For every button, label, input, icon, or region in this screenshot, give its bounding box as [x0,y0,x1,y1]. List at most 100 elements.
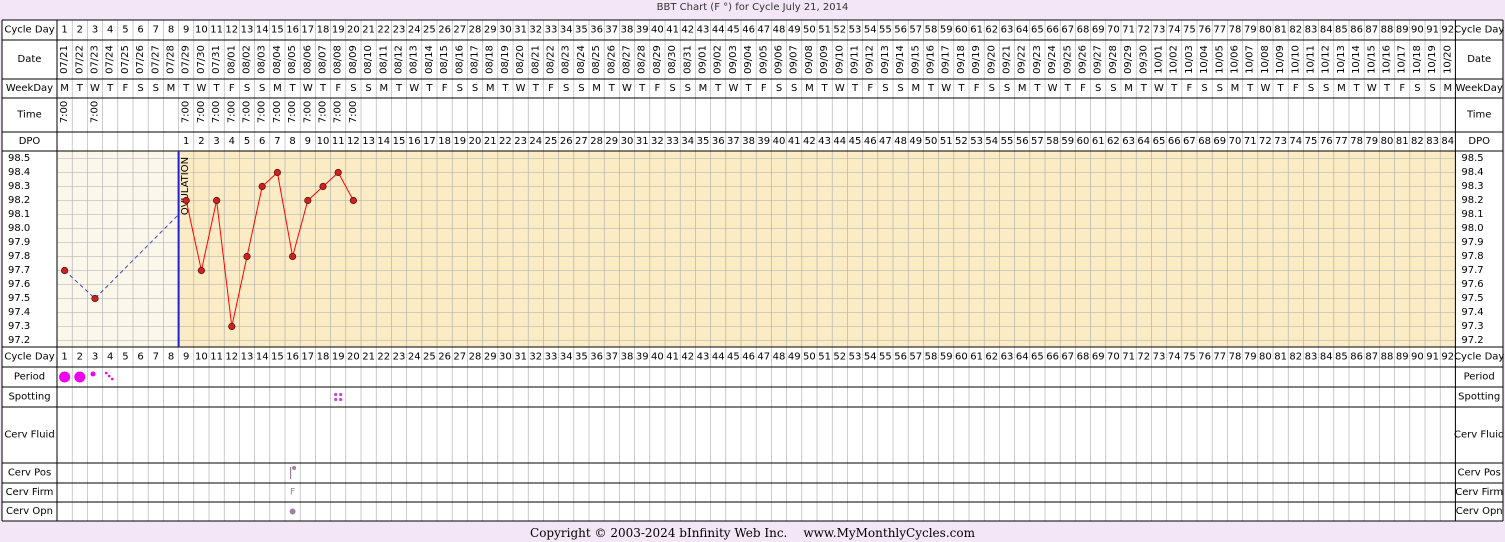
cycle-day-number-bottom: 82 [1289,352,1302,363]
cycle-day-number-bottom: 37 [605,352,618,363]
dpo-cell: 81 [1396,136,1409,147]
spotting-label-left: Spotting [8,392,50,403]
temperature-point [228,322,236,331]
temperature-point [334,168,342,177]
dpo-cell: 40 [773,136,786,147]
dpo-cell: 47 [879,136,892,147]
cycle-day-number-bottom: 52 [833,352,846,363]
date-cell: 09/06 [774,45,785,74]
cycle-day-bottom-label-right: Cycle Day [1454,352,1504,363]
copyright-text: Copyright © 2003-2024 bInfinity Web Inc. [530,526,788,540]
dpo-cell: 13 [362,136,375,147]
date-cell: 07/21 [59,45,70,74]
weekday-cell: S [457,83,463,94]
dpo-cell: 61 [1092,136,1105,147]
weekday-cell: S [1429,83,1435,94]
dpo-cell: 50 [925,136,938,147]
weekday-cell: W [1154,83,1164,94]
spotting-dot [334,397,338,402]
date-cell: 09/24 [1047,45,1058,74]
cycle-day-number-bottom: 84 [1320,352,1333,363]
temp-tick-left: 97.5 [8,293,30,304]
date-cell: 09/02 [713,45,724,74]
date-cell: 09/10 [834,45,845,74]
cycle-day-number: 80 [1259,25,1272,36]
cycle-day-number: 4 [107,25,113,36]
weekday-cell: T [213,83,221,94]
dpo-cell: 14 [377,136,390,147]
cycle-day-number: 61 [970,25,983,36]
cycle-day-number-bottom: 90 [1411,352,1424,363]
cycle-day-number-bottom: 45 [727,352,740,363]
temp-tick-right: 97.2 [1461,335,1483,346]
dpo-cell: 55 [1001,136,1014,147]
cycle-day-number: 56 [894,25,907,36]
weekday-cell: T [638,83,646,94]
weekday-cell: S [669,83,675,94]
dpo-cell: 75 [1305,136,1318,147]
date-cell: 08/05 [287,45,298,74]
weekday-cell: S [350,83,356,94]
dpo-cell: 72 [1259,136,1272,147]
temp-tick-right: 97.6 [1461,279,1483,290]
spotting-label-right: Spotting [1458,392,1500,403]
weekday-cell: M [1231,83,1240,94]
cycle-day-number: 76 [1198,25,1211,36]
dpo-cell: 8 [289,136,295,147]
cycle-day-number: 48 [773,25,786,36]
cycle-day-number-bottom: 27 [453,352,466,363]
date-cell: 08/10 [363,45,374,74]
weekday-cell: S [563,83,569,94]
time-cell: 7:00 [242,101,253,123]
dpo-cell: 51 [940,136,953,147]
dpo-cell: 64 [1137,136,1150,147]
dpo-cell: 43 [818,136,831,147]
cycle-day-number-bottom: 39 [636,352,649,363]
weekday-cell: S [1323,83,1329,94]
cycle-day-number-bottom: 14 [256,352,269,363]
weekday-label-right: WeekDay [1456,83,1503,94]
cycle-day-number-bottom: 21 [362,352,375,363]
cycle-day-number: 36 [590,25,603,36]
weekday-cell: T [106,83,114,94]
temp-tick-left: 98.2 [8,195,30,206]
period-heavy-dot [74,371,86,383]
dpo-cell: 16 [408,136,421,147]
date-cell: 08/08 [333,45,344,74]
cycle-day-number-bottom: 7 [153,352,159,363]
cycle-day-number-bottom: 60 [955,352,968,363]
date-cell: 09/05 [758,45,769,74]
weekday-cell: S [685,83,691,94]
cycle-day-number-bottom: 70 [1107,352,1120,363]
cycle-day-number: 1 [61,25,67,36]
weekday-cell: W [1260,83,1270,94]
time-cell: 7:00 [196,101,207,123]
dpo-cell: 62 [1107,136,1120,147]
cycle-day-number: 8 [168,25,174,36]
website-link[interactable]: www.MyMonthlyCycles.com [803,526,975,540]
time-label-left: Time [16,110,41,121]
temperature-point [288,252,297,261]
time-cell: 7:00 [287,101,298,123]
weekday-cell: S [153,83,159,94]
cycle-day-number: 91 [1426,25,1439,36]
weekday-cell: W [1367,83,1377,94]
cycle-day-number: 65 [1031,25,1044,36]
date-cell: 08/07 [318,45,329,74]
cycle-day-bottom-label-left: Cycle Day [4,352,54,363]
weekday-cell: T [1033,83,1041,94]
weekday-cell: S [791,83,797,94]
date-cell: 10/16 [1382,45,1393,74]
cycle-day-number: 27 [453,25,466,36]
temp-tick-right: 97.4 [1461,307,1483,318]
dpo-cell: 58 [1046,136,1059,147]
date-cell: 10/01 [1154,45,1165,74]
date-cell: 08/24 [576,45,587,74]
cycle-day-number-bottom: 86 [1350,352,1363,363]
cycle-day-number: 89 [1396,25,1409,36]
date-cell: 09/15 [910,45,921,74]
weekday-cell: T [532,83,540,94]
date-cell: 08/01 [226,45,237,74]
cycle-day-number: 44 [712,25,725,36]
weekday-cell: W [622,83,632,94]
